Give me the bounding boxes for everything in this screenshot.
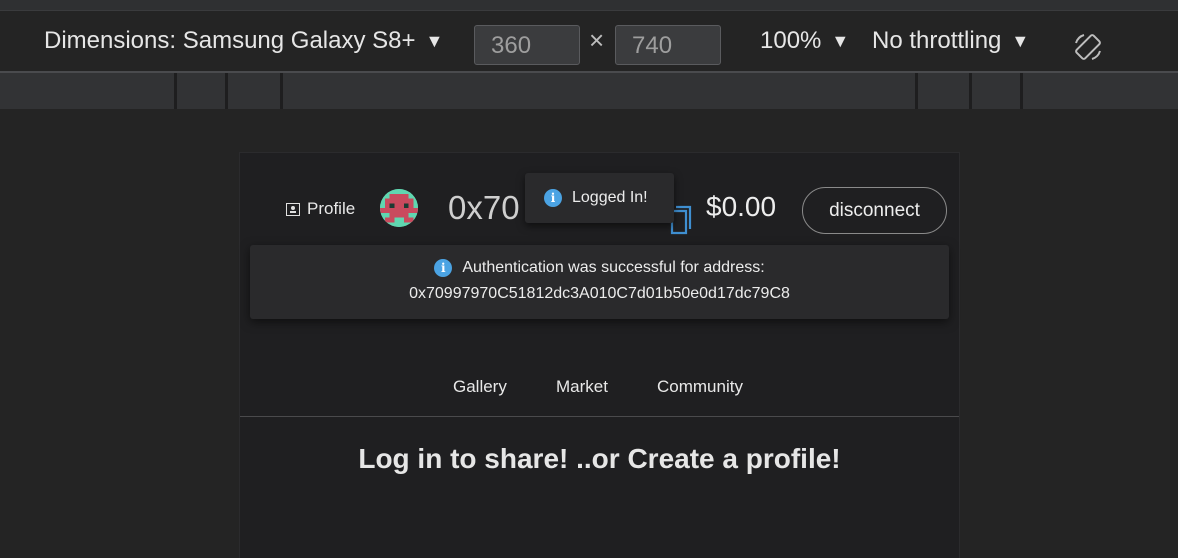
info-icon: i <box>544 189 562 207</box>
zoom-select[interactable]: 100% ▼ <box>760 11 849 71</box>
auth-notification: i Authentication was successful for addr… <box>250 245 949 319</box>
devtools-top-strip <box>0 0 1178 11</box>
ruler-segment[interactable] <box>969 73 972 109</box>
times-icon: × <box>589 25 605 55</box>
ruler-segment[interactable] <box>225 73 228 109</box>
height-input[interactable]: 740 <box>615 25 721 65</box>
wallet-address: 0x70 <box>448 189 520 226</box>
ruler-segment[interactable] <box>280 73 283 109</box>
avatar[interactable] <box>380 189 418 227</box>
profile-link[interactable]: Profile <box>286 199 355 219</box>
device-toolbar: Dimensions: Samsung Galaxy S8+ ▼ 360 × 7… <box>0 11 1178 73</box>
disconnect-button[interactable]: disconnect <box>802 187 947 234</box>
notice-address: 0x70997970C51812dc3A010C7d01b50e0d17dc79… <box>409 285 790 302</box>
caret-down-icon: ▼ <box>831 30 850 51</box>
throttling-label: No throttling <box>872 27 1002 54</box>
zoom-label: 100% <box>760 27 822 54</box>
profile-card-icon <box>286 202 300 216</box>
toast-message: Logged In! <box>572 189 648 206</box>
width-input[interactable]: 360 <box>474 25 580 65</box>
info-icon: i <box>434 259 453 277</box>
notice-message: Authentication was successful for addres… <box>462 259 765 276</box>
rotate-icon[interactable] <box>1073 32 1103 62</box>
profile-label: Profile <box>307 199 356 218</box>
caret-down-icon: ▼ <box>425 30 444 51</box>
wallet-balance: $0.00 <box>706 191 777 222</box>
nav-divider <box>240 416 959 417</box>
device-select[interactable]: Dimensions: Samsung Galaxy S8+ ▼ <box>44 11 443 71</box>
ruler-segment[interactable] <box>915 73 918 109</box>
nav-item-gallery[interactable]: Gallery <box>453 377 507 397</box>
page-headline: Log in to share! ..or Create a profile! <box>358 443 841 474</box>
ruler-segment[interactable] <box>174 73 177 109</box>
throttling-select[interactable]: No throttling ▼ <box>872 11 1029 71</box>
caret-down-icon: ▼ <box>1011 30 1030 51</box>
device-viewport: Profile 0x70 $0.00 disconnect i Logged I… <box>239 152 960 558</box>
ruler-segment[interactable] <box>1020 73 1023 109</box>
device-select-label: Dimensions: Samsung Galaxy S8+ <box>44 27 416 54</box>
logged-in-toast: i Logged In! <box>525 173 674 223</box>
nav-item-market[interactable]: Market <box>556 377 608 397</box>
media-query-ruler <box>0 73 1178 109</box>
nav-item-community[interactable]: Community <box>657 377 743 397</box>
pixel-avatar-icon <box>380 189 418 227</box>
